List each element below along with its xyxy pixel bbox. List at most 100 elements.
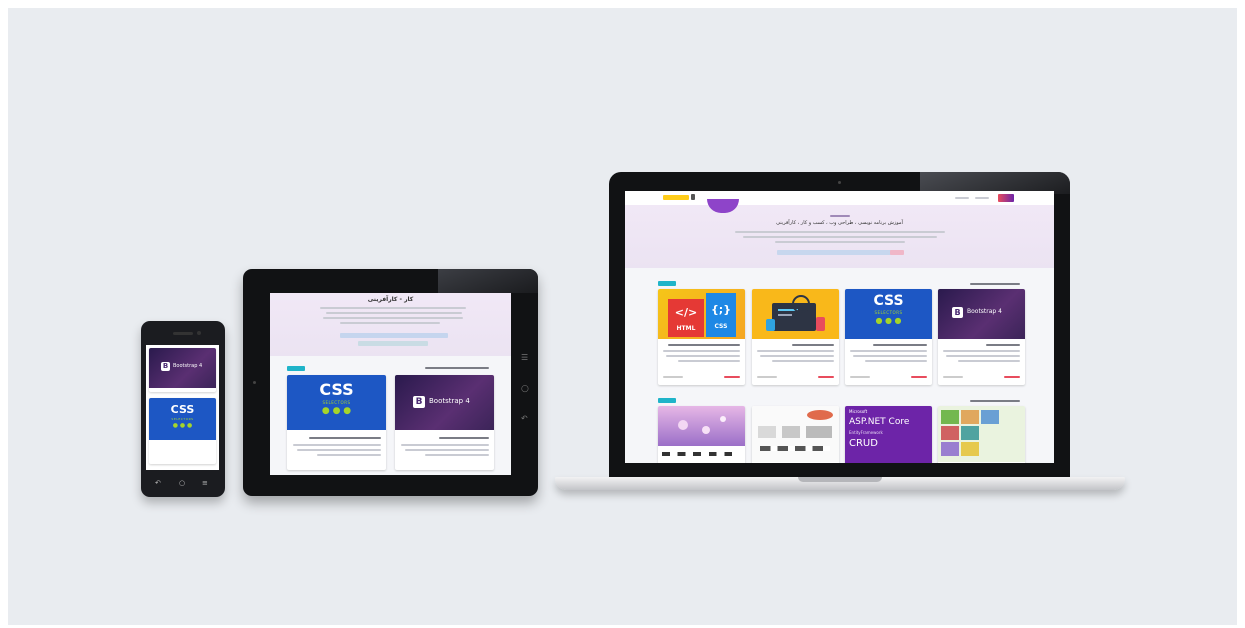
hero-text-line <box>743 236 937 238</box>
laptop-screen: آموزش برنامه نویسی ، طراحی وب ، کسب و کا… <box>625 191 1054 463</box>
asp-title: ASP.NET Core <box>849 417 910 427</box>
hero-text-line <box>735 231 945 233</box>
hero-decoration <box>707 199 739 213</box>
section-title-line <box>970 400 1020 402</box>
phone-camera <box>197 331 201 335</box>
laptop-notch <box>798 477 882 482</box>
tablet-gloss <box>438 269 538 293</box>
flower-blob <box>720 416 726 422</box>
nav-link[interactable] <box>975 197 989 199</box>
card-link[interactable] <box>1004 376 1020 378</box>
menu-icon[interactable]: ≡ <box>202 479 208 487</box>
design-line <box>778 314 792 316</box>
tablet-screen: کار - کارآفرینی CSS SELECTORS ● ● ● B Bo… <box>270 293 511 475</box>
bootstrap-thumbnail: B Bootstrap 4 <box>938 289 1025 339</box>
card-title-line <box>668 344 740 346</box>
hero-text-line <box>340 322 440 324</box>
menu-icon[interactable]: ☰ <box>521 353 528 362</box>
card-title-line <box>792 344 834 346</box>
site-logo-icon[interactable] <box>998 194 1014 202</box>
section-badge <box>658 398 676 403</box>
card-title-line <box>873 344 927 346</box>
hero-tag-pink[interactable] <box>890 250 904 255</box>
bootstrap-logo-icon: B <box>161 362 170 371</box>
laptop-camera <box>838 181 841 184</box>
card-text-line <box>401 444 489 446</box>
css-subtitle: SELECTORS <box>322 400 351 405</box>
card-link[interactable] <box>911 376 927 378</box>
gallery-tile <box>941 442 959 456</box>
gallery-tile <box>941 410 959 424</box>
card-link[interactable] <box>818 376 834 378</box>
laptop-card-css[interactable]: CSS SELECTORS ● ● ● <box>845 289 932 385</box>
card-meta <box>943 376 963 378</box>
laptop-card-gallery[interactable] <box>938 406 1025 463</box>
html-label: HTML <box>676 325 696 332</box>
tablet-tag-strip[interactable] <box>340 333 448 338</box>
shop-item <box>782 426 800 438</box>
tablet-hero: کار - کارآفرینی <box>270 293 511 356</box>
tablet-card-css[interactable]: CSS SELECTORS ● ● ● <box>287 375 386 470</box>
tablet-hero-title: کار - کارآفرینی <box>367 296 414 303</box>
hero-text-line <box>775 241 905 243</box>
phone-device: B Bootstrap 4 CSS SELECTORS ● ● ● ↶ ○ ≡ <box>141 321 225 497</box>
bootstrap-label: Bootstrap 4 <box>429 397 470 405</box>
home-icon[interactable]: ○ <box>179 479 185 487</box>
tablet-camera <box>253 381 256 384</box>
laptop-card-shop[interactable] <box>752 406 839 463</box>
laptop-card-bootstrap[interactable]: B Bootstrap 4 <box>938 289 1025 385</box>
card-text-line <box>293 444 381 446</box>
shop-item <box>806 426 832 438</box>
card-text-line <box>405 449 489 451</box>
gallery-tile <box>961 442 979 456</box>
shop-item <box>758 426 776 438</box>
back-icon[interactable]: ↶ <box>155 479 161 487</box>
laptop-card-asp[interactable]: Microsoft ASP.NET Core EntityFramework C… <box>845 406 932 463</box>
phone-card-bootstrap[interactable]: B Bootstrap 4 <box>149 348 216 392</box>
shop-thumbnail <box>752 406 839 462</box>
bootstrap-thumbnail: B Bootstrap 4 <box>149 348 216 388</box>
nav-link[interactable] <box>955 197 969 199</box>
laptop-card-design[interactable] <box>752 289 839 385</box>
card-meta <box>850 376 870 378</box>
gallery-tile <box>961 426 979 440</box>
back-icon[interactable]: ↶ <box>521 414 528 423</box>
card-text-line <box>865 360 927 362</box>
hero-text-line <box>323 317 463 319</box>
laptop-base <box>555 477 1125 490</box>
card-text-line <box>850 350 927 352</box>
card-text-line <box>853 355 927 357</box>
phone-speaker <box>173 332 193 335</box>
card-text-line <box>760 355 834 357</box>
section-title-line <box>425 367 489 369</box>
laptop-card-flower[interactable] <box>658 406 745 463</box>
section-badge <box>658 281 676 286</box>
user-icon[interactable] <box>691 194 695 200</box>
phone-card-css[interactable]: CSS SELECTORS ● ● ● <box>149 398 216 464</box>
hero-text-line <box>320 307 466 309</box>
phone-mini-icon <box>816 317 825 331</box>
nav-cta-button[interactable] <box>663 195 689 200</box>
html-css-thumbnail: </> HTML {;} CSS <box>658 289 745 339</box>
tablet-tag-strip-2[interactable] <box>358 341 428 346</box>
css-dots: ● ● ● <box>172 422 193 429</box>
bootstrap-logo-icon: B <box>413 396 425 408</box>
home-icon[interactable]: ○ <box>521 384 529 394</box>
tablet-card-bootstrap[interactable]: B Bootstrap 4 <box>395 375 494 470</box>
bootstrap-label: Bootstrap 4 <box>173 363 203 369</box>
card-title-line <box>439 437 489 439</box>
gallery-thumbnail <box>938 406 1025 462</box>
section-title-line <box>970 283 1020 285</box>
card-text-line <box>943 350 1020 352</box>
bootstrap-label: Bootstrap 4 <box>967 308 1002 315</box>
shop-item <box>807 410 833 420</box>
card-text-line <box>666 355 740 357</box>
flower-thumbnail <box>658 406 745 446</box>
hero-tag-strip[interactable] <box>777 250 901 255</box>
asp-subtitle: EntityFramework <box>849 430 883 435</box>
card-link[interactable] <box>724 376 740 378</box>
asp-crud: CRUD <box>849 438 878 449</box>
card-text-line <box>958 360 1020 362</box>
css-thumbnail: CSS SELECTORS ● ● ● <box>287 375 386 430</box>
laptop-card-html[interactable]: </> HTML {;} CSS <box>658 289 745 385</box>
